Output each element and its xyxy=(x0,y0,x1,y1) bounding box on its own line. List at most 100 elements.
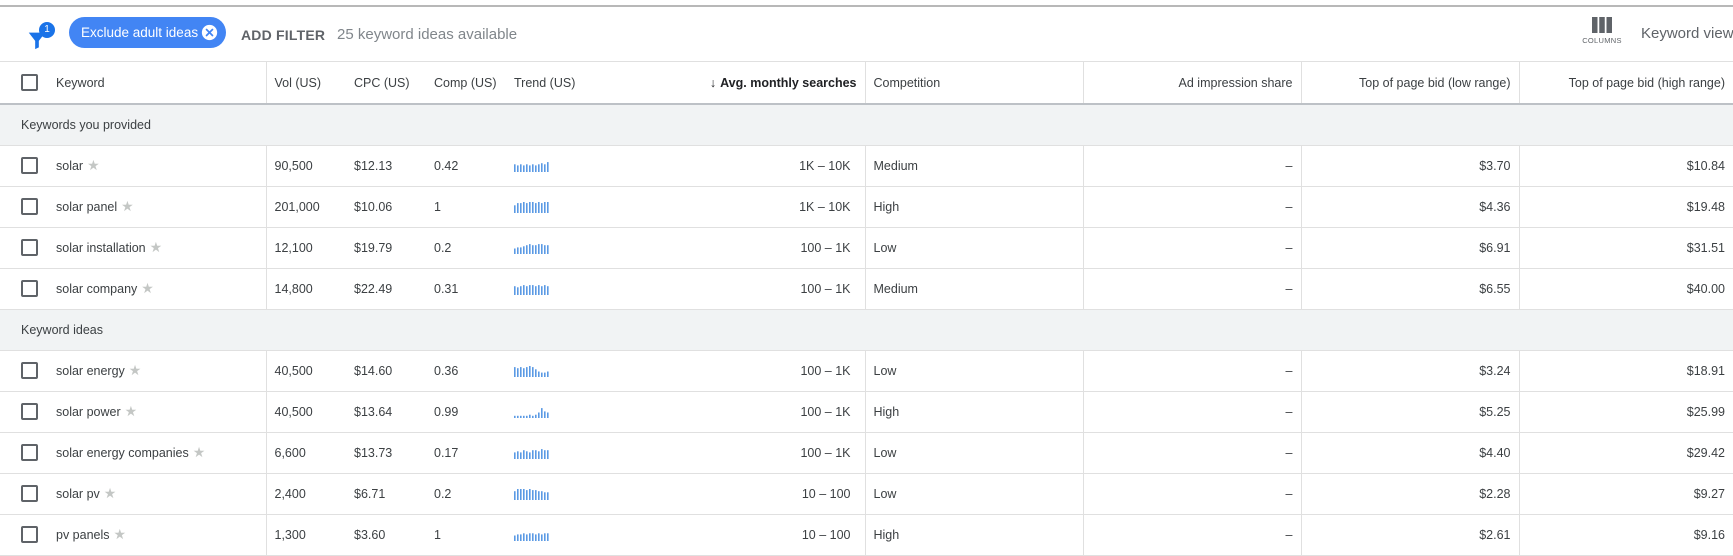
comp-cell: 1 xyxy=(426,514,506,556)
keyword-view-toggle[interactable]: Keyword view xyxy=(1641,25,1733,42)
trend-bar xyxy=(514,204,516,213)
trend-bar xyxy=(541,162,543,172)
row-checkbox[interactable] xyxy=(21,362,38,379)
trend-bar xyxy=(520,202,522,213)
header-vol[interactable]: Vol (US) xyxy=(266,62,346,105)
trend-bar xyxy=(541,407,543,418)
header-ad-impression-share[interactable]: Ad impression share xyxy=(1083,62,1302,105)
table-row[interactable]: solar company ★ 14,800 $22.49 0.31 100 – … xyxy=(0,268,1733,310)
trend-bar xyxy=(523,284,525,295)
ad-share-cell: – xyxy=(1083,227,1302,269)
star-icon[interactable]: ★ xyxy=(129,362,142,378)
trend-cell xyxy=(506,350,601,392)
trend-cell xyxy=(506,145,601,187)
star-icon[interactable]: ★ xyxy=(87,157,100,173)
trend-sparkline xyxy=(514,407,549,418)
header-bid-low[interactable]: Top of page bid (low range) xyxy=(1301,62,1520,105)
row-checkbox[interactable] xyxy=(21,403,38,420)
filter-count-badge: 1 xyxy=(39,22,55,38)
table-row[interactable]: pv panels ★ 1,300 $3.60 1 10 – 100 High –… xyxy=(0,514,1733,556)
trend-bar xyxy=(532,489,534,500)
bid-low-cell: $3.70 xyxy=(1301,145,1520,187)
bid-high-cell: $19.48 xyxy=(1519,186,1733,228)
row-checkbox[interactable] xyxy=(21,444,38,461)
keyword-cell: solar panel ★ xyxy=(48,186,267,228)
trend-bar xyxy=(529,201,531,213)
trend-bar xyxy=(523,201,525,213)
star-icon[interactable]: ★ xyxy=(121,198,134,214)
header-trend[interactable]: Trend (US) xyxy=(506,62,601,105)
star-icon[interactable]: ★ xyxy=(150,239,163,255)
header-comp[interactable]: Comp (US) xyxy=(426,62,506,105)
star-icon[interactable]: ★ xyxy=(193,444,206,460)
trend-sparkline xyxy=(514,532,549,541)
vol-cell: 12,100 xyxy=(266,227,346,269)
group-keyword-ideas: Keyword ideas xyxy=(0,309,1733,351)
table-row[interactable]: solar installation ★ 12,100 $19.79 0.2 10… xyxy=(0,227,1733,269)
row-checkbox[interactable] xyxy=(21,239,38,256)
trend-bar xyxy=(541,285,543,295)
bid-high-cell: $31.51 xyxy=(1519,227,1733,269)
star-icon[interactable]: ★ xyxy=(114,526,127,542)
row-checkbox[interactable] xyxy=(21,198,38,215)
trend-bar xyxy=(514,285,516,295)
chip-close-icon[interactable] xyxy=(201,24,218,41)
exclude-adult-ideas-chip[interactable]: Exclude adult ideas xyxy=(69,17,226,48)
trend-bar xyxy=(544,284,546,295)
row-checkbox[interactable] xyxy=(21,157,38,174)
trend-bar xyxy=(526,489,528,500)
competition-cell: High xyxy=(865,514,1084,556)
trend-bar xyxy=(544,163,546,172)
header-cpc[interactable]: CPC (US) xyxy=(346,62,426,105)
trend-bar xyxy=(520,246,522,254)
avg-searches-cell: 100 – 1K xyxy=(601,432,866,474)
trend-cell xyxy=(506,268,601,310)
trend-bar xyxy=(523,164,525,172)
competition-cell: Low xyxy=(865,350,1084,392)
vol-cell: 6,600 xyxy=(266,432,346,474)
chip-label: Exclude adult ideas xyxy=(81,25,199,40)
trend-bar xyxy=(535,368,537,377)
trend-bar xyxy=(514,248,516,254)
trend-bar xyxy=(529,365,531,377)
table-row[interactable]: solar power ★ 40,500 $13.64 0.99 100 – 1K… xyxy=(0,391,1733,433)
header-bid-high[interactable]: Top of page bid (high range) xyxy=(1519,62,1733,105)
trend-bar xyxy=(532,201,534,213)
trend-bar xyxy=(535,202,537,213)
trend-bar xyxy=(544,244,546,254)
comp-cell: 0.31 xyxy=(426,268,506,310)
star-icon[interactable]: ★ xyxy=(104,485,117,501)
add-filter-button[interactable]: ADD FILTER xyxy=(241,27,325,43)
trend-bar xyxy=(526,244,528,254)
star-icon[interactable]: ★ xyxy=(141,280,154,296)
table-row[interactable]: solar energy companies ★ 6,600 $13.73 0.1… xyxy=(0,432,1733,474)
columns-icon xyxy=(1592,17,1612,33)
row-select-cell xyxy=(0,350,48,392)
filter-icon[interactable]: 1 xyxy=(26,21,56,51)
table-row[interactable]: solar panel ★ 201,000 $10.06 1 1K – 10K H… xyxy=(0,186,1733,228)
row-checkbox[interactable] xyxy=(21,280,38,297)
trend-bar xyxy=(520,285,522,295)
select-all-checkbox[interactable] xyxy=(21,74,38,91)
keyword-cell: solar power ★ xyxy=(48,391,267,433)
competition-cell: Low xyxy=(865,227,1084,269)
group-keywords-provided: Keywords you provided xyxy=(0,104,1733,146)
columns-button[interactable]: COLUMNS xyxy=(1580,17,1624,57)
trend-bar xyxy=(526,450,528,459)
trend-sparkline xyxy=(514,201,549,213)
trend-bar xyxy=(523,449,525,459)
comp-cell: 1 xyxy=(426,186,506,228)
bid-low-cell: $2.28 xyxy=(1301,473,1520,515)
row-checkbox[interactable] xyxy=(21,526,38,543)
trend-bar xyxy=(517,246,519,254)
table-row[interactable]: solar pv ★ 2,400 $6.71 0.2 10 – 100 Low –… xyxy=(0,473,1733,515)
cpc-cell: $19.79 xyxy=(346,227,426,269)
row-select-cell xyxy=(0,268,48,310)
star-icon[interactable]: ★ xyxy=(125,403,138,419)
header-competition[interactable]: Competition xyxy=(865,62,1084,105)
table-row[interactable]: solar ★ 90,500 $12.13 0.42 1K – 10K Mediu… xyxy=(0,145,1733,187)
header-avg-monthly-searches[interactable]: ↓ Avg. monthly searches xyxy=(601,62,866,105)
table-row[interactable]: solar energy ★ 40,500 $14.60 0.36 100 – 1… xyxy=(0,350,1733,392)
row-checkbox[interactable] xyxy=(21,485,38,502)
header-keyword[interactable]: Keyword xyxy=(48,62,267,105)
